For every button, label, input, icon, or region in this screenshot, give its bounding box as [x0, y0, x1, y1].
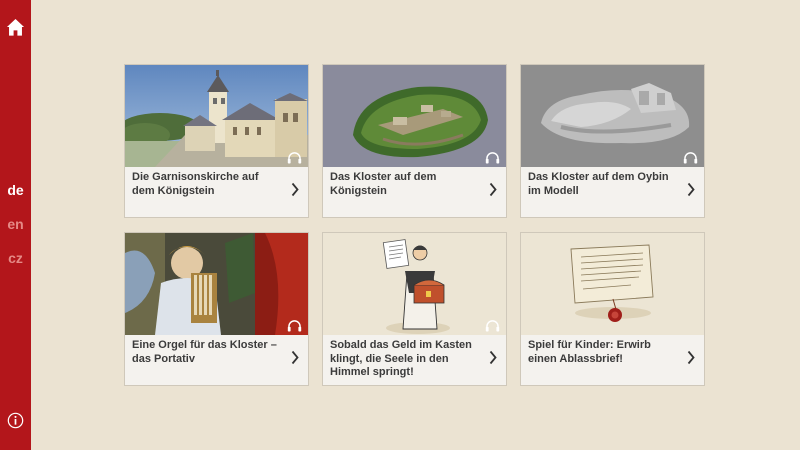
headphones-icon	[287, 152, 302, 164]
chevron-right-icon	[291, 182, 299, 197]
angel-organ-painting	[125, 233, 308, 335]
card-title: Das Kloster auf dem Oybin im Modell	[528, 171, 669, 197]
headphones-icon	[485, 152, 500, 164]
card-title: Die Garnisonskirche auf dem Königstein	[132, 171, 259, 197]
monk-money-box-illustration	[323, 233, 506, 335]
church-photo	[125, 65, 308, 167]
card-title: Das Kloster auf dem Königstein	[330, 171, 437, 197]
home-icon[interactable]	[6, 18, 25, 37]
indulgence-letter-illustration	[521, 233, 704, 335]
info-icon[interactable]	[7, 412, 24, 429]
card-title: Sobald das Geld im Kasten klingt, die Se…	[330, 339, 472, 378]
card-title: Eine Orgel für das Kloster – das Portati…	[132, 339, 277, 365]
language-de[interactable]: de	[0, 182, 31, 198]
fortress-3d-model	[323, 65, 506, 167]
chevron-right-icon	[687, 182, 695, 197]
chevron-right-icon	[687, 350, 695, 365]
card-garnisonskirche[interactable]: Die Garnisonskirche auf dem Königstein	[124, 64, 309, 218]
card-kloster-koenigstein[interactable]: Das Kloster auf dem Königstein	[322, 64, 507, 218]
card-orgel-portativ[interactable]: Eine Orgel für das Kloster – das Portati…	[124, 232, 309, 386]
language-cz[interactable]: cz	[0, 250, 31, 266]
chevron-right-icon	[489, 182, 497, 197]
oybin-grey-model	[521, 65, 704, 167]
card-title: Spiel für Kinder: Erwirb einen Ablassbri…	[528, 339, 651, 365]
card-spiel-fuer-kinder[interactable]: Spiel für Kinder: Erwirb einen Ablassbri…	[520, 232, 705, 386]
chevron-right-icon	[291, 350, 299, 365]
card-kloster-oybin[interactable]: Das Kloster auf dem Oybin im Modell	[520, 64, 705, 218]
headphones-icon	[683, 152, 698, 164]
chevron-right-icon	[489, 350, 497, 365]
card-geld-im-kasten[interactable]: Sobald das Geld im Kasten klingt, die Se…	[322, 232, 507, 386]
sidebar: de en cz	[0, 0, 31, 450]
headphones-icon	[287, 320, 302, 332]
headphones-icon	[485, 320, 500, 332]
language-en[interactable]: en	[0, 216, 31, 232]
